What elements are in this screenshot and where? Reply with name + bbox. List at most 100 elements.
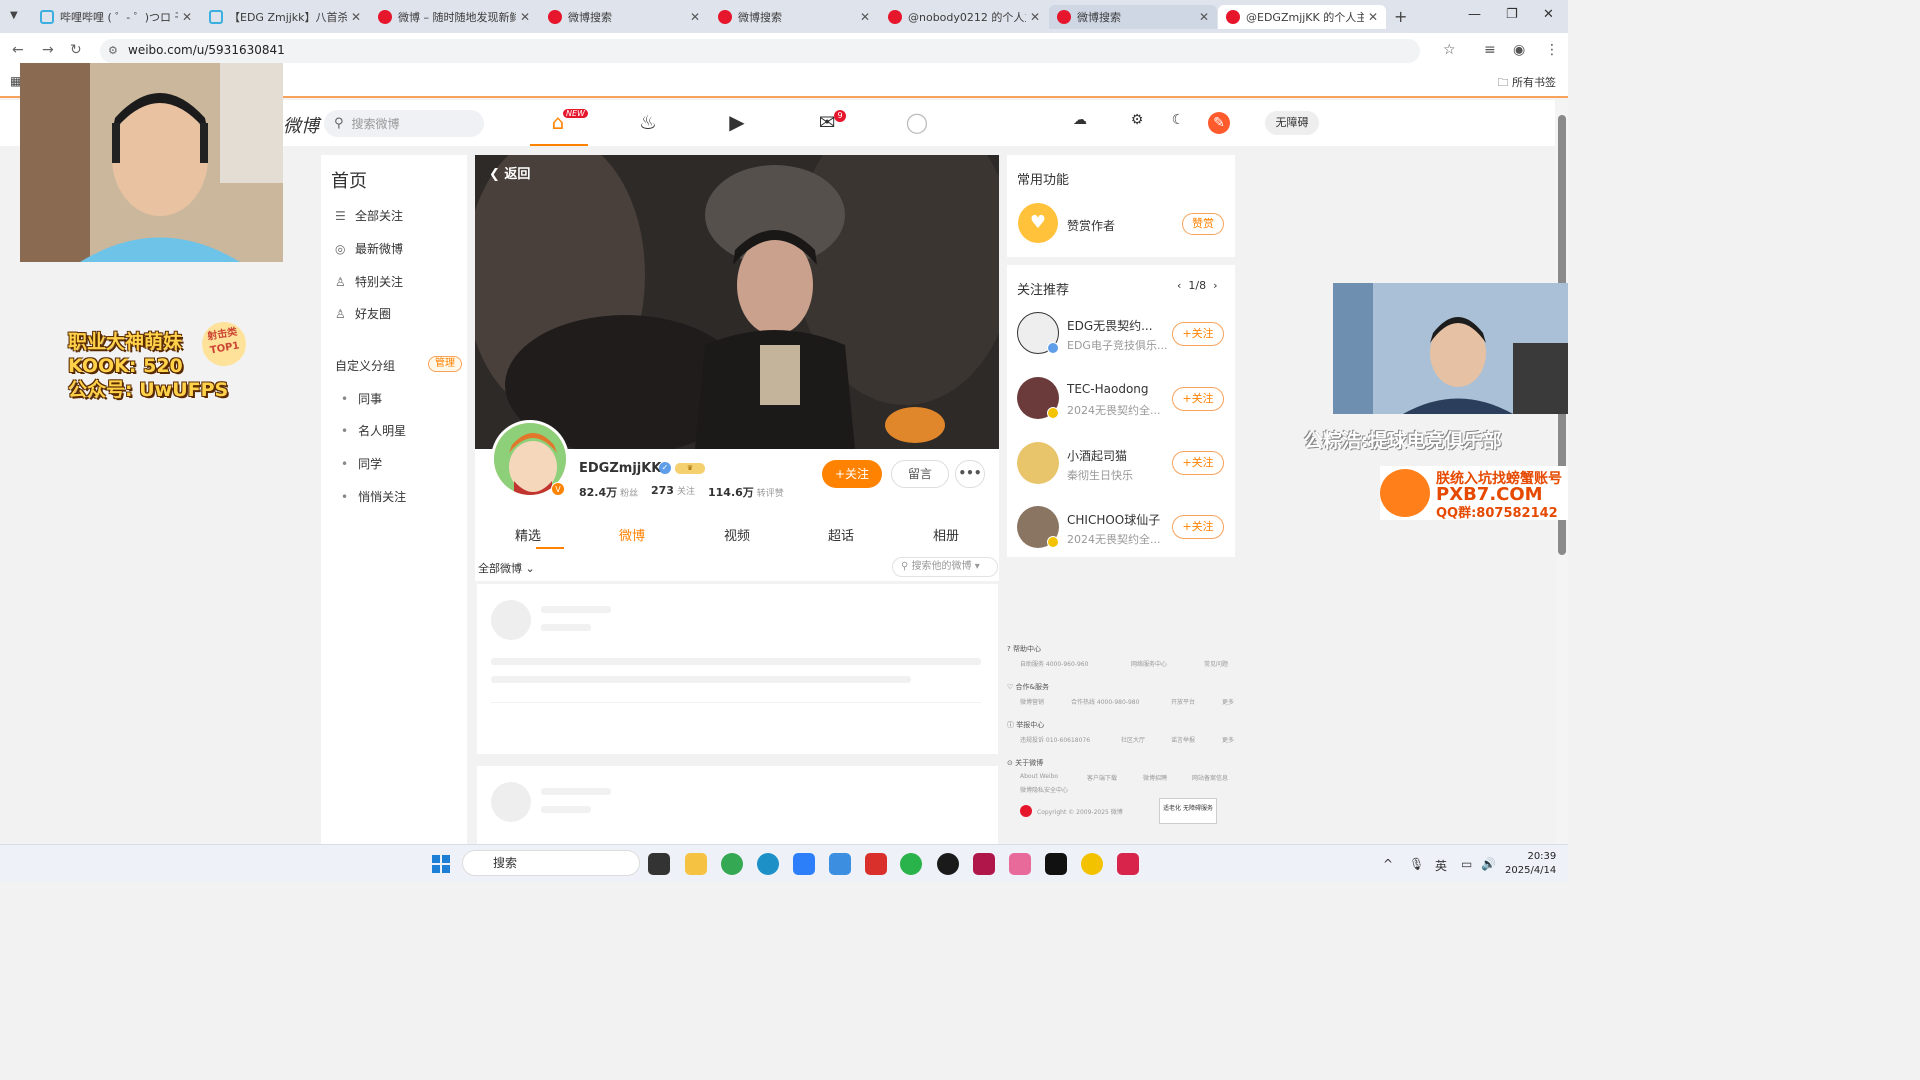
vip-crown-icon[interactable]: ♛ [675, 463, 705, 474]
restore-icon[interactable]: ❐ [1506, 7, 1518, 22]
rec-follow-button[interactable]: +关注 [1172, 322, 1224, 346]
rec-follow-button[interactable]: +关注 [1172, 515, 1224, 539]
menu-kebab-icon[interactable]: ⋮ [1545, 42, 1559, 58]
back-arrow-icon[interactable]: ← [12, 42, 24, 58]
nav-item-latest[interactable]: ◎ 最新微博 [335, 240, 403, 257]
group-item[interactable]: 同事 [341, 390, 382, 407]
rec-avatar[interactable] [1017, 442, 1059, 484]
ime-indicator[interactable]: 英 [1435, 857, 1447, 874]
nav-item-special[interactable]: ♙ 特别关注 [335, 273, 403, 290]
rec-name[interactable]: CHICHOO球仙子 [1067, 511, 1160, 528]
leave-message-button[interactable]: 留言 [891, 460, 949, 488]
rec-name[interactable]: TEC-Haodong [1067, 382, 1149, 396]
dark-mode-moon-icon[interactable]: ☾ [1167, 112, 1189, 134]
back-button[interactable]: ❮ 返回 [489, 163, 530, 182]
browser-tab[interactable]: 微博搜索 ✕ [710, 5, 878, 29]
weibo-logo[interactable]: 微博 [283, 112, 319, 138]
tray-chevron-up-icon[interactable]: ^ [1383, 857, 1393, 871]
footer-link[interactable]: 更多 [1222, 735, 1234, 744]
app-icon[interactable] [1045, 853, 1067, 875]
footer-section-title[interactable]: 合作&服务 [1016, 683, 1049, 691]
qq-icon[interactable] [937, 853, 959, 875]
tab-search-dropdown-icon[interactable]: ▼ [10, 10, 18, 21]
reward-button[interactable]: 赞赏 [1182, 213, 1224, 235]
elder-friendly-badge[interactable]: 适老化 无障碍服务 [1159, 798, 1217, 824]
close-tab-icon[interactable]: ✕ [1199, 10, 1209, 24]
taskbar-clock[interactable]: 20:39 2025/4/14 [1505, 850, 1556, 878]
close-tab-icon[interactable]: ✕ [1368, 10, 1378, 24]
tab-supertopic[interactable]: 超话 [811, 525, 871, 544]
group-item[interactable]: 名人明星 [341, 422, 406, 439]
browser-tab[interactable]: @nobody0212 的个人主页 ✕ [880, 5, 1048, 29]
footer-section-title[interactable]: 举报中心 [1016, 721, 1044, 729]
tab-album[interactable]: 相册 [916, 525, 976, 544]
taskbar-search-input[interactable]: 搜索 [462, 850, 640, 876]
browser-tab[interactable]: 【EDG Zmjjkk】八首杀 ✕ [201, 5, 369, 29]
footer-link[interactable]: 微博招聘 [1143, 773, 1167, 782]
footer-link[interactable]: 更多 [1222, 697, 1234, 706]
close-window-icon[interactable]: ✕ [1543, 7, 1554, 22]
forward-arrow-icon[interactable]: → [42, 42, 54, 58]
close-tab-icon[interactable]: ✕ [351, 10, 361, 24]
footer-link[interactable]: 合作热线 4000-980-980 [1071, 697, 1139, 706]
footer-section-title[interactable]: 帮助中心 [1013, 645, 1041, 653]
app-icon[interactable] [793, 853, 815, 875]
profile-icon[interactable]: ◉ [1513, 42, 1525, 58]
app-icon[interactable] [1081, 853, 1103, 875]
footer-link[interactable]: 网络服务中心 [1131, 659, 1167, 668]
avatar[interactable]: ◯ [897, 110, 937, 134]
footer-link[interactable]: 网站备案信息 [1192, 773, 1228, 782]
browser-tab[interactable]: 微博 – 随时随地发现新鲜 ✕ [370, 5, 538, 29]
close-tab-icon[interactable]: ✕ [520, 10, 530, 24]
footer-link[interactable]: 自助服务 4000-960-960 [1020, 659, 1088, 668]
rec-name[interactable]: 小酒起司猫 [1067, 447, 1127, 464]
followers-stat[interactable]: 82.4万 粉丝 [579, 484, 638, 500]
file-explorer-icon[interactable] [685, 853, 707, 875]
hot-fire-icon[interactable]: ♨ [628, 110, 668, 134]
chevron-left-icon[interactable]: ‹ [1177, 279, 1185, 292]
app-icon[interactable] [1117, 853, 1139, 875]
footer-link[interactable]: 客户端下载 [1087, 773, 1117, 782]
feed-search-input[interactable]: ⚲ 搜索他的微博 ▾ [892, 557, 998, 577]
footer-link[interactable]: 微博营销 [1020, 697, 1044, 706]
close-tab-icon[interactable]: ✕ [1030, 10, 1040, 24]
nav-item-friends[interactable]: ♙ 好友圈 [335, 305, 391, 322]
settings-gear-icon[interactable]: ⚙ [1126, 112, 1148, 134]
tab-video[interactable]: 视频 [707, 525, 767, 544]
rec-follow-button[interactable]: +关注 [1172, 387, 1224, 411]
footer-link[interactable]: 违规投诉 010-60618076 [1020, 735, 1090, 744]
footer-link[interactable]: 社区大厅 [1121, 735, 1145, 744]
accessibility-button[interactable]: 无障碍 [1265, 111, 1319, 135]
app-icon[interactable] [973, 853, 995, 875]
all-bookmarks-button[interactable]: 🗀 所有书签 [1498, 74, 1557, 93]
manage-groups-button[interactable]: 管理 [428, 356, 462, 372]
group-item[interactable]: 同学 [341, 455, 382, 472]
volume-icon[interactable]: 🔊 [1481, 857, 1496, 871]
video-icon[interactable]: ▶ [717, 110, 757, 134]
footer-link[interactable]: 开放平台 [1171, 697, 1195, 706]
footer-link[interactable]: 谣言举报 [1171, 735, 1195, 744]
browser-tab[interactable]: 微博搜索 ✕ [540, 5, 708, 29]
rec-name[interactable]: EDG无畏契约... [1067, 317, 1153, 334]
following-stat[interactable]: 273 关注 [651, 484, 695, 497]
bookmark-star-icon[interactable]: ☆ [1443, 42, 1456, 58]
chevron-right-icon[interactable]: › [1213, 279, 1217, 292]
footer-link[interactable]: 常见问题 [1204, 659, 1228, 668]
url-input[interactable]: weibo.com/u/5931630841 [100, 39, 1420, 63]
new-tab-icon[interactable]: + [1394, 7, 1407, 26]
app-icon[interactable] [1009, 853, 1031, 875]
weibo-filter-dropdown[interactable]: 全部微博 ⌄ [478, 560, 535, 576]
site-info-icon[interactable]: ⚙ [108, 44, 118, 57]
browser-tab[interactable]: 哔哩哔哩 ( ゜- ゜)つロ 干杯 ✕ [32, 5, 200, 29]
group-item[interactable]: 悄悄关注 [341, 488, 406, 505]
close-tab-icon[interactable]: ✕ [690, 10, 700, 24]
tab-featured[interactable]: 精选 [498, 525, 558, 544]
media-icon[interactable]: ≡ [1484, 42, 1496, 58]
close-tab-icon[interactable]: ✕ [860, 10, 870, 24]
cloud-icon[interactable]: ☁ [1069, 112, 1091, 134]
compose-edit-icon[interactable]: ✎ [1208, 112, 1230, 134]
minimize-icon[interactable]: — [1468, 7, 1481, 22]
nav-item-all-follows[interactable]: ☰ 全部关注 [335, 207, 403, 224]
chrome-icon[interactable] [721, 853, 743, 875]
follow-button[interactable]: +关注 [822, 460, 882, 488]
